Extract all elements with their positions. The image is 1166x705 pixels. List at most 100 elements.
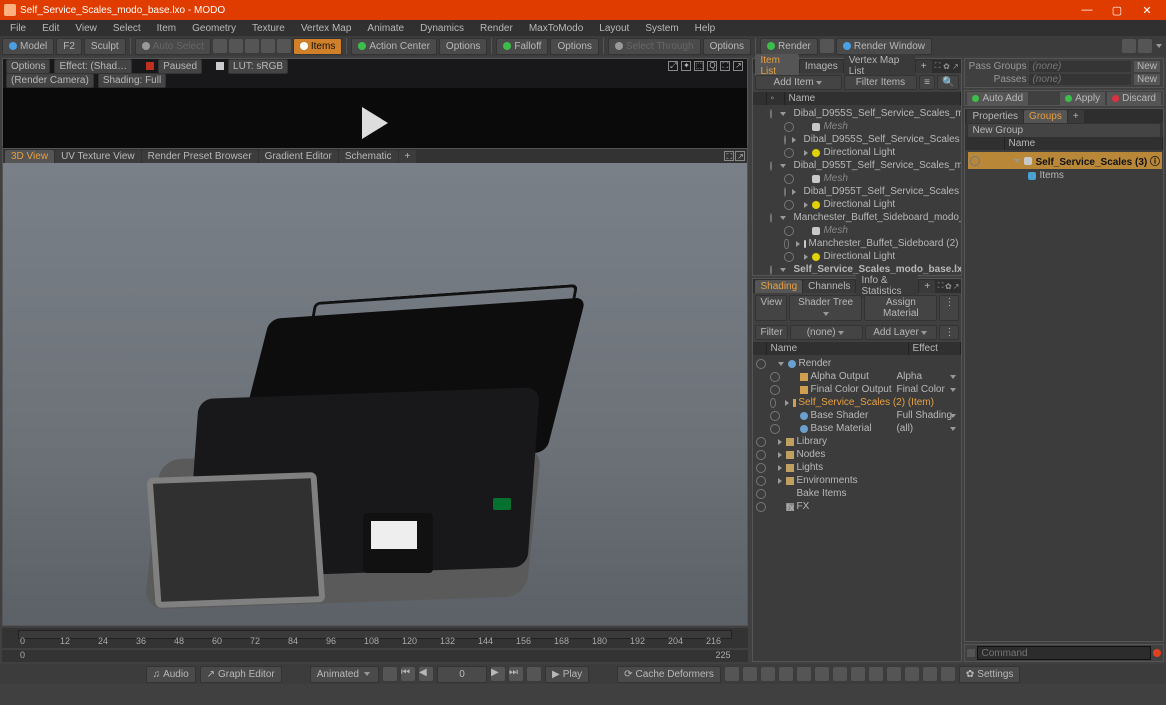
item-row[interactable]: Dibal_D955S_Self_Service_Scales (754, 133, 960, 146)
expand-icon[interactable] (1014, 159, 1020, 163)
model-button[interactable]: Model (2, 38, 54, 55)
tab-add[interactable]: + (1068, 110, 1084, 123)
tab-3dview[interactable]: 3D View (5, 150, 54, 163)
dropdown-icon[interactable] (1156, 44, 1162, 48)
shader-row[interactable]: Render (754, 357, 960, 370)
play-button[interactable]: ▶ Play (545, 666, 589, 683)
menu-vertexmap[interactable]: Vertex Map (295, 22, 358, 35)
menu-render[interactable]: Render (474, 22, 519, 35)
anim-icon[interactable] (923, 667, 937, 681)
shader-row[interactable]: Environments (754, 474, 960, 487)
tab-schematic[interactable]: Schematic (339, 150, 398, 163)
goto-start-icon[interactable]: ⏮ (401, 667, 415, 681)
menu-select[interactable]: Select (107, 22, 147, 35)
passgroups-value[interactable]: (none) (1029, 61, 1131, 72)
tab-gradient[interactable]: Gradient Editor (259, 150, 338, 163)
anim-icon[interactable] (833, 667, 847, 681)
actioncenter-button[interactable]: Action Center (351, 38, 437, 55)
assign-material-button[interactable]: Assign Material (864, 295, 937, 321)
preview-tool-icon[interactable]: ✦ (681, 61, 691, 71)
shadertree-dropdown[interactable]: Shader Tree (789, 295, 862, 321)
layout-icon[interactable] (1138, 39, 1152, 53)
tab-renderpreset[interactable]: Render Preset Browser (142, 150, 258, 163)
preview-effect[interactable]: Effect: (Shad… (54, 59, 132, 74)
item-row[interactable]: Dibal_D955S_Self_Service_Scales_modo_… (754, 107, 960, 120)
filter-items-field[interactable]: Filter Items (844, 75, 918, 90)
preview-camera[interactable]: (Render Camera) (6, 73, 94, 88)
passes-new[interactable]: New (1134, 74, 1160, 85)
menu-maxtomodo[interactable]: MaxToModo (523, 22, 589, 35)
preview-shading[interactable]: Shading: Full (98, 73, 166, 88)
visibility-icon[interactable] (970, 156, 980, 166)
item-row[interactable]: Directional Light (754, 250, 960, 263)
preview-paused[interactable]: Paused (158, 59, 202, 74)
addlayer-button[interactable]: Add Layer (865, 325, 938, 340)
autoselect-button[interactable]: Auto Select (135, 38, 211, 55)
anim-icon[interactable] (941, 667, 955, 681)
discard-button[interactable]: Discard (1107, 92, 1161, 105)
shader-row[interactable]: Base Material(all) (754, 422, 960, 435)
timeline[interactable]: 0 12 24 36 48 60 72 84 96 108 120 132 14… (2, 628, 748, 648)
anim-icon[interactable] (815, 667, 829, 681)
tab-add[interactable]: + (919, 280, 935, 293)
record-icon[interactable] (1153, 649, 1161, 657)
anim-icon[interactable] (779, 667, 793, 681)
layout-icon[interactable] (1122, 39, 1136, 53)
shader-row[interactable]: fxFX (754, 500, 960, 513)
settings-button[interactable]: ✿ Settings (959, 666, 1021, 683)
shader-row[interactable]: Lights (754, 461, 960, 474)
anim-icon[interactable] (725, 667, 739, 681)
options2-button[interactable]: Options (550, 38, 598, 55)
play-icon[interactable] (362, 107, 388, 139)
tab-uv[interactable]: UV Texture View (55, 150, 141, 163)
item-row[interactable]: Mesh (754, 172, 960, 185)
anim-icon[interactable] (851, 667, 865, 681)
tab-add[interactable]: + (916, 60, 932, 73)
add-item-button[interactable]: Add Item (755, 75, 841, 90)
preview-tool-icon[interactable]: ⬚ (694, 61, 704, 71)
command-input[interactable] (977, 646, 1151, 660)
menu-geometry[interactable]: Geometry (186, 22, 242, 35)
step-back-icon[interactable]: ◀ (419, 667, 433, 681)
goto-end-icon[interactable]: ⏭ (509, 667, 523, 681)
group-row[interactable]: Self_Service_Scales (3) ⓘ (968, 152, 1162, 169)
passes-value[interactable]: (none) (1029, 74, 1131, 85)
tab-images[interactable]: Images (800, 60, 843, 73)
preview-tool-icon[interactable]: ⛶ (720, 61, 730, 71)
shader-tree[interactable]: RenderAlpha OutputAlphaFinal Color Outpu… (753, 355, 961, 661)
panel-max-icon[interactable]: ⛶ (934, 62, 942, 71)
shader-row[interactable]: Self_Service_Scales (2) (Item) (754, 396, 960, 409)
tab-groups[interactable]: Groups (1024, 110, 1067, 123)
grapheditor-button[interactable]: ↗ Graph Editor (200, 666, 282, 683)
tool-icon[interactable] (245, 39, 259, 53)
menu-edit[interactable]: Edit (36, 22, 65, 35)
panel-pop-icon[interactable]: ↗ (953, 282, 960, 291)
falloff-button[interactable]: Falloff (496, 38, 548, 55)
panel-pop-icon[interactable]: ↗ (952, 62, 960, 71)
preview-lut[interactable]: LUT: sRGB (228, 59, 288, 74)
tool-icon[interactable] (277, 39, 291, 53)
item-row[interactable]: Manchester_Buffet_Sideboard (2) (754, 237, 960, 250)
item-row[interactable]: Directional Light (754, 146, 960, 159)
anim-icon[interactable] (887, 667, 901, 681)
panel-gear-icon[interactable]: ✿ (945, 282, 952, 291)
tool-icon[interactable] (261, 39, 275, 53)
key-next-icon[interactable] (527, 667, 541, 681)
anim-icon[interactable] (797, 667, 811, 681)
step-fwd-icon[interactable]: ▶ (491, 667, 505, 681)
vp-tool-icon[interactable]: ⛶ (724, 151, 734, 161)
sculpt-button[interactable]: Sculpt (84, 38, 126, 55)
options1-button[interactable]: Options (439, 38, 487, 55)
menu-animate[interactable]: Animate (361, 22, 410, 35)
newgroup-button[interactable]: New Group (967, 123, 1161, 138)
record-icon[interactable] (146, 62, 154, 70)
key-prev-icon[interactable] (383, 667, 397, 681)
menu-help[interactable]: Help (689, 22, 722, 35)
tab-shading[interactable]: Shading (755, 280, 802, 293)
menu-item[interactable]: Item (151, 22, 182, 35)
vp-tool-icon[interactable]: ↗ (735, 151, 745, 161)
minimize-button[interactable]: — (1072, 1, 1102, 19)
item-row[interactable]: Mesh (754, 120, 960, 133)
anim-icon[interactable] (869, 667, 883, 681)
menu-layout[interactable]: Layout (593, 22, 635, 35)
